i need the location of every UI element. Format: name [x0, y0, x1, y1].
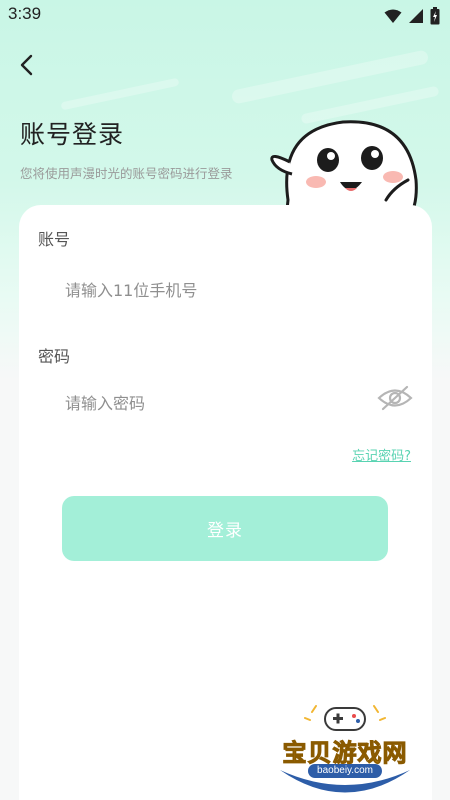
password-input[interactable] — [65, 389, 365, 417]
background-decoration — [60, 77, 180, 111]
status-time: 3:39 — [8, 4, 42, 23]
eye-off-icon — [377, 385, 413, 415]
chevron-left-icon — [17, 54, 37, 80]
forgot-password-link[interactable]: 忘记密码? — [352, 445, 411, 464]
mascot-illustration — [268, 100, 428, 222]
watermark-url: baobeiy.com — [317, 765, 373, 776]
page-subtitle: 您将使用声漫时光的账号密码进行登录 — [20, 166, 233, 181]
page-title: 账号登录 — [20, 120, 125, 149]
watermark-logo: 宝贝游戏网 baobeiy.com — [270, 700, 420, 795]
password-visibility-toggle[interactable] — [376, 385, 414, 415]
cellular-signal-icon — [408, 8, 424, 28]
status-icons — [384, 7, 440, 29]
wifi-icon — [384, 8, 402, 28]
password-label: 密码 — [38, 347, 71, 366]
login-button[interactable]: 登录 — [62, 496, 388, 561]
battery-icon — [430, 7, 440, 29]
status-bar: 3:39 — [0, 0, 450, 32]
account-input[interactable] — [65, 276, 365, 304]
watermark-text: 宝贝游戏网 — [282, 739, 408, 768]
account-label: 账号 — [38, 230, 71, 249]
back-button[interactable] — [12, 52, 42, 82]
